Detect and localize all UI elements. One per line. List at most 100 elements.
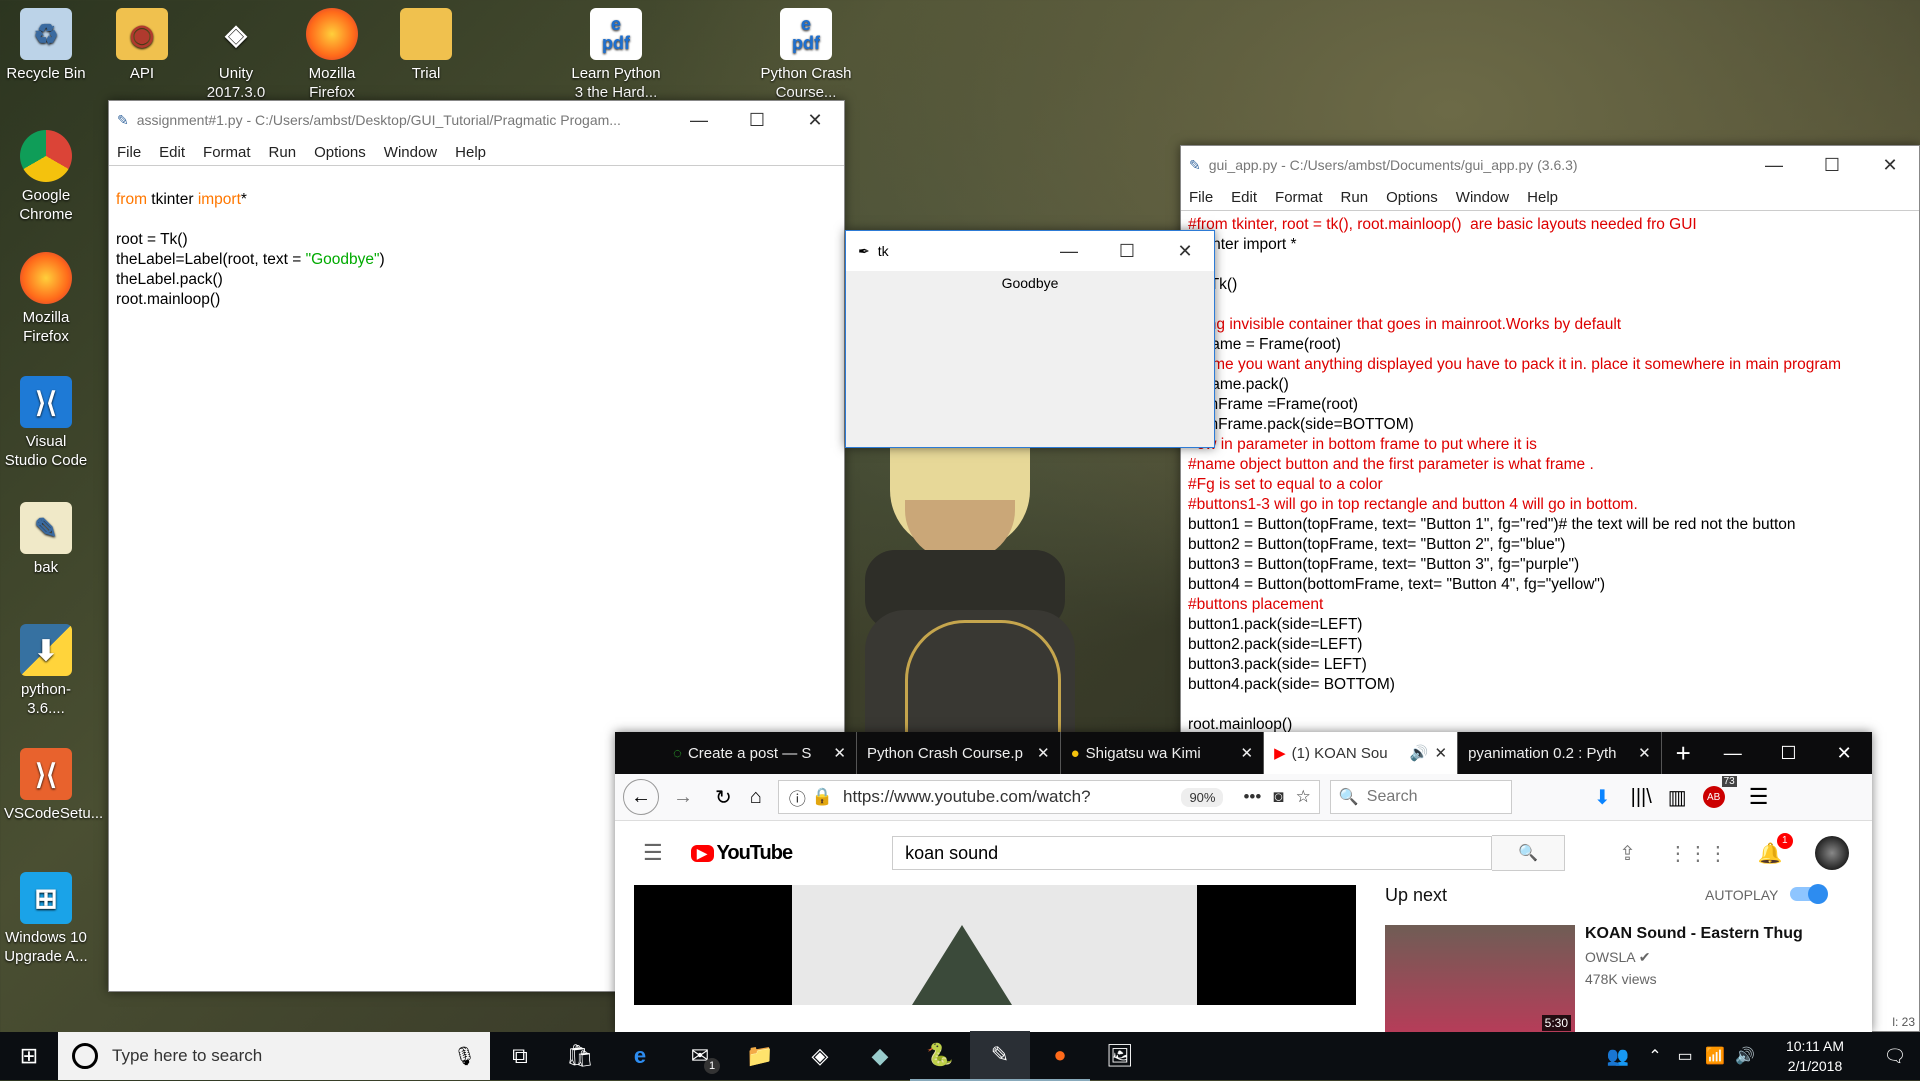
close-tab-icon[interactable]: ✕ [1241,744,1254,762]
bookmark-star-icon[interactable]: ☆ [1296,787,1311,807]
desktop-icon-bak[interactable]: ✎ bak [4,502,88,577]
sidebar-icon[interactable]: ▥ [1668,785,1687,810]
menu-run[interactable]: Run [269,144,297,161]
youtube-search-button[interactable]: 🔍 [1492,835,1566,871]
apps-icon[interactable]: ⋮⋮⋮ [1668,841,1728,866]
new-tab-button[interactable]: + [1662,738,1705,769]
close-tab-icon[interactable]: ✕ [833,744,846,762]
bell-icon[interactable]: 🔔 1 [1758,832,1793,866]
tab-shigatsu[interactable]: ● Shigatsu wa Kimi ✕ [1061,732,1265,774]
avatar[interactable] [1814,836,1849,870]
tab-koan[interactable]: ▶ (1) KOAN Sou 🔊 ✕ [1264,732,1459,774]
menu-help[interactable]: Help [1527,189,1558,206]
microphone-icon[interactable]: 🎙 [453,1046,476,1067]
video-player[interactable] [634,885,1356,1005]
search-box[interactable]: 🔍 Search [1329,780,1512,814]
desktop-icon-windows-upgrade[interactable]: ⊞ Windows 10 Upgrade A... [4,872,88,966]
menu-file[interactable]: File [117,144,141,161]
file-explorer-icon[interactable]: 📁 [730,1032,790,1080]
youtube-logo[interactable]: YouTube [717,842,794,865]
task-view-icon[interactable]: ⧉ [490,1032,550,1080]
menu-window[interactable]: Window [1456,189,1509,206]
autoplay-toggle[interactable] [1790,884,1828,904]
notification-center-icon[interactable]: 🗨 [1870,1032,1920,1080]
python-taskbar-icon[interactable]: 🐍 [910,1031,970,1081]
volume-icon[interactable]: 🔊 [1730,1032,1760,1080]
tk-window[interactable]: ✒ tk — ☐ ✕ Goodbye [845,230,1215,448]
edge-icon[interactable]: e [610,1032,670,1080]
app-taskbar-icon[interactable]: ◆ [850,1032,910,1080]
desktop-icon-vscode[interactable]: ⟩⟨ Visual Studio Code [4,376,88,470]
reload-button[interactable]: ↻ [715,785,732,810]
menu-icon[interactable]: ☰ [1749,784,1769,810]
menu-help[interactable]: Help [455,144,486,161]
url-bar[interactable]: ⓘ 🔒 https://www.youtube.com/watch? 90% •… [777,780,1320,814]
maximize-button[interactable]: ☐ [1098,232,1156,270]
tray-chevron-icon[interactable]: ⌃ [1640,1032,1670,1080]
menu-format[interactable]: Format [203,144,251,161]
close-button[interactable]: ✕ [786,101,844,139]
info-icon[interactable]: ⓘ [789,785,806,810]
youtube-search-input[interactable]: koan sound [892,836,1493,870]
window-titlebar[interactable]: ✎ assignment#1.py - C:/Users/ambst/Deskt… [109,101,844,139]
minimize-button[interactable]: — [670,101,728,139]
store-icon[interactable]: 🛍 [550,1032,610,1080]
maximize-button[interactable]: ☐ [1761,734,1817,772]
home-button[interactable]: ⌂ [750,786,762,809]
desktop-icon-python-crash[interactable]: e pdf Python Crash Course... [756,8,856,106]
close-button[interactable]: ✕ [1156,232,1214,270]
maximize-button[interactable]: ☐ [728,101,786,139]
photos-taskbar-icon[interactable]: 🖼 [1090,1032,1150,1080]
close-tab-icon[interactable]: ✕ [1638,744,1651,762]
battery-icon[interactable]: ▭ [1670,1032,1700,1080]
desktop-icon-api[interactable]: ◉ API [100,8,184,83]
up-next-thumbnail[interactable]: 5:30 [1385,925,1575,1032]
pocket-icon[interactable]: ◙ [1273,787,1283,807]
menu-options[interactable]: Options [1386,189,1438,206]
minimize-button[interactable]: — [1705,734,1761,772]
tab-create-post[interactable]: ◌ Create a post — S ✕ [663,732,857,774]
taskbar-search[interactable]: Type here to search 🎙 [58,1032,490,1080]
desktop-icon-firefox-2[interactable]: Mozilla Firefox [4,252,88,346]
desktop-icon-unity[interactable]: ◈ Unity 2017.3.0 [194,8,278,106]
page-actions-icon[interactable]: ••• [1243,787,1261,807]
menu-file[interactable]: File [1189,189,1213,206]
code-editor[interactable]: #from tkinter, root = tk(), root.mainloo… [1181,210,1919,739]
menu-run[interactable]: Run [1341,189,1369,206]
close-button[interactable]: ✕ [1816,734,1872,772]
mail-icon[interactable]: ✉ 1 [670,1032,730,1080]
hamburger-icon[interactable]: ☰ [643,840,663,866]
desktop-icon-vscode-setup[interactable]: ⟩⟨ VSCodeSetu... [4,748,103,823]
unity-taskbar-icon[interactable]: ◈ [790,1032,850,1080]
speaker-icon[interactable]: 🔊 [1410,744,1429,762]
back-button[interactable]: ← [623,779,659,815]
window-titlebar[interactable]: ✎ gui_app.py - C:/Users/ambst/Documents/… [1181,146,1919,184]
close-button[interactable]: ✕ [1861,146,1919,184]
clock[interactable]: 10:11 AM 2/1/2018 [1760,1036,1870,1076]
maximize-button[interactable]: ☐ [1803,146,1861,184]
close-tab-icon[interactable]: ✕ [1037,744,1050,762]
window-titlebar[interactable]: ✒ tk — ☐ ✕ [846,231,1214,271]
minimize-button[interactable]: — [1040,232,1098,270]
addon-icon[interactable]: AB 73 [1702,776,1737,808]
menu-edit[interactable]: Edit [159,144,185,161]
youtube-logo-icon[interactable]: ▶ [690,844,714,862]
people-icon[interactable]: 👥 [1596,1032,1640,1080]
up-next-title[interactable]: KOAN Sound - Eastern Thug [1585,925,1803,943]
tab-python-crash[interactable]: Python Crash Course.p ✕ [857,732,1061,774]
tab-pyanimation[interactable]: pyanimation 0.2 : Pyth ✕ [1458,732,1662,774]
idle-taskbar-icon[interactable]: ✎ [970,1031,1030,1081]
close-tab-icon[interactable]: ✕ [1435,744,1448,762]
desktop-icon-trial[interactable]: Trial [384,8,468,83]
menu-options[interactable]: Options [314,144,366,161]
firefox-window[interactable]: ◌ Create a post — S ✕ Python Crash Cours… [615,732,1872,1032]
firefox-taskbar-icon[interactable]: ● [1030,1031,1090,1081]
wifi-icon[interactable]: 📶 [1700,1032,1730,1080]
menu-window[interactable]: Window [384,144,437,161]
library-icon[interactable]: |||\ [1631,786,1652,809]
desktop-icon-python-installer[interactable]: ⬇ python-3.6.... [4,624,88,718]
start-button[interactable]: ⊞ [0,1032,58,1080]
desktop-icon-firefox[interactable]: Mozilla Firefox [290,8,374,106]
download-icon[interactable]: ⬇ [1594,785,1611,810]
menu-format[interactable]: Format [1275,189,1323,206]
